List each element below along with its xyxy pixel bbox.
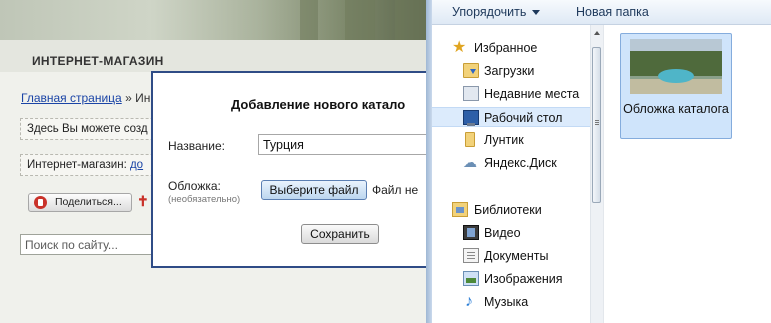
catalog-name-input[interactable] xyxy=(258,134,448,155)
nav-item-images[interactable]: Изображения xyxy=(432,269,590,289)
site-title: ИНТЕРНЕТ-МАГАЗИН xyxy=(32,54,164,68)
file-item[interactable]: Обложка каталога xyxy=(620,33,732,139)
file-status-text: Файл не xyxy=(372,183,419,197)
nav-item-luntik[interactable]: Лунтик xyxy=(432,130,590,150)
chevron-down-icon xyxy=(532,10,541,16)
documents-library-icon xyxy=(463,248,479,263)
nav-item-desktop[interactable]: Рабочий стол xyxy=(432,107,590,127)
share-button[interactable]: Поделиться... xyxy=(28,193,132,212)
grip-icon xyxy=(595,120,599,121)
nav-item-label: Загрузки xyxy=(484,64,535,78)
breadcrumb-home-link[interactable]: Главная страница xyxy=(21,91,122,105)
nav-item-yandex-disk[interactable]: ☁ Яндекс.Диск xyxy=(432,153,590,173)
nav-item-recent-places[interactable]: Недавние места xyxy=(432,84,590,104)
dialog-title: Добавление нового катало xyxy=(231,97,406,112)
music-library-icon: ♪ xyxy=(465,293,473,310)
nav-libraries[interactable]: Библиотеки xyxy=(432,200,590,220)
nav-item-label: Яндекс.Диск xyxy=(484,156,557,170)
new-folder-button[interactable]: Новая папка xyxy=(576,5,649,19)
libraries-icon xyxy=(452,202,468,217)
scrollbar-thumb[interactable] xyxy=(592,47,601,203)
organize-button[interactable]: Упорядочить xyxy=(452,5,541,19)
choose-file-button[interactable]: Выберите файл xyxy=(261,180,367,200)
file-list-pane: Обложка каталога xyxy=(604,25,771,323)
share-button-label: Поделиться... xyxy=(55,196,122,208)
explorer-toolbar: Упорядочить Новая папка xyxy=(432,0,771,25)
nav-item-documents[interactable]: Документы xyxy=(432,246,590,266)
nav-item-downloads[interactable]: Загрузки xyxy=(432,61,590,81)
file-open-dialog: Упорядочить Новая папка ★ Избранное Загр… xyxy=(426,0,771,323)
nav-item-label: Документы xyxy=(484,249,549,263)
shop-note-link[interactable]: до xyxy=(130,159,143,171)
downloads-folder-icon xyxy=(463,63,479,78)
scroll-up-icon[interactable] xyxy=(594,31,600,35)
add-catalog-dialog: Добавление нового катало Название: Облож… xyxy=(151,71,448,268)
nav-item-label: Недавние места xyxy=(484,87,580,101)
nav-item-label: Музыка xyxy=(484,295,529,309)
nav-item-label: Лунтик xyxy=(484,133,524,147)
breadcrumb-current: » Ин xyxy=(121,91,151,105)
nav-item-label: Рабочий стол xyxy=(484,111,563,125)
video-library-icon xyxy=(463,225,479,240)
nav-item-music[interactable]: ♪ Музыка xyxy=(432,292,590,312)
folder-icon xyxy=(465,132,475,147)
cover-optional-hint: (необязательно) xyxy=(168,194,241,205)
nav-item-video[interactable]: Видео xyxy=(432,223,590,243)
recent-places-icon xyxy=(463,86,479,101)
nav-libraries-label: Библиотеки xyxy=(474,203,542,217)
images-library-icon xyxy=(463,271,479,286)
cover-label: Обложка: xyxy=(168,179,221,193)
breadcrumb: Главная страница » Ин xyxy=(21,91,150,105)
nav-item-label: Изображения xyxy=(484,272,563,286)
yandex-disk-icon: ☁ xyxy=(463,154,477,170)
desktop-icon xyxy=(463,110,479,126)
save-button[interactable]: Сохранить xyxy=(301,224,379,244)
share-extra-icon[interactable]: ✝ xyxy=(137,193,149,211)
shop-note-text: Интернет-магазин: xyxy=(27,159,130,171)
nav-item-label: Видео xyxy=(484,226,521,240)
header-photo xyxy=(0,0,430,40)
organize-label: Упорядочить xyxy=(452,5,527,19)
navigation-pane: ★ Избранное Загрузки Недавние места Рабо… xyxy=(432,25,590,323)
nav-scrollbar[interactable] xyxy=(590,25,603,323)
name-label: Название: xyxy=(168,139,225,153)
share-icon xyxy=(34,196,47,209)
image-thumbnail xyxy=(630,39,722,94)
info-note-text: Здесь Вы можете созд xyxy=(27,123,148,135)
nav-favorites[interactable]: ★ Избранное xyxy=(432,38,590,58)
nav-favorites-label: Избранное xyxy=(474,41,538,55)
file-name: Обложка каталога xyxy=(623,102,729,116)
star-icon: ★ xyxy=(452,39,467,56)
